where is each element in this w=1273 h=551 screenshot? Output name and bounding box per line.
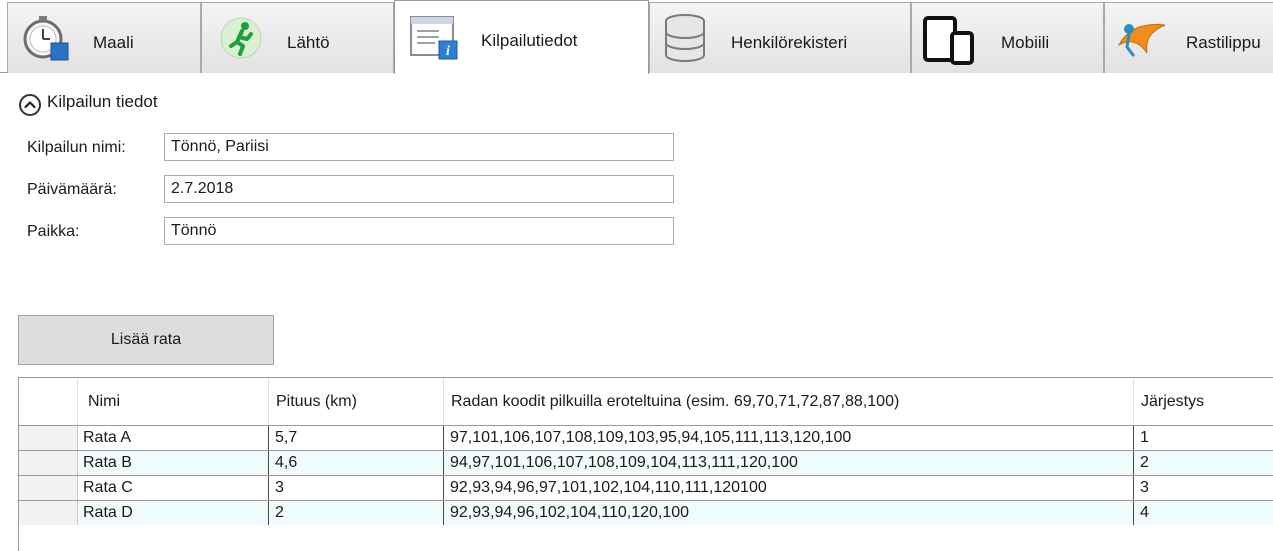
column-header-codes[interactable]: Radan koodit pilkuilla eroteltuina (esim… (444, 378, 1134, 425)
competition-name-input[interactable] (164, 133, 674, 161)
tab-label: Lähtö (287, 33, 330, 52)
column-header-order[interactable]: Järjestys (1134, 378, 1273, 425)
place-label: Paikka: (27, 223, 80, 240)
mobile-devices-icon (922, 15, 982, 70)
competition-name-label: Kilpailun nimi: (27, 139, 126, 156)
tab-henkilorekisteri[interactable]: Henkilörekisteri (649, 2, 911, 73)
section-title: Kilpailun tiedot (47, 92, 158, 111)
cell-length[interactable]: 2 (269, 501, 444, 525)
tab-maali[interactable]: Maali (7, 2, 201, 73)
row-selector[interactable] (19, 426, 78, 450)
cell-name[interactable]: Rata D (78, 501, 269, 525)
database-icon (662, 13, 708, 68)
row-selector[interactable] (19, 501, 78, 525)
table-row[interactable]: Rata B 4,6 94,97,101,106,107,108,109,104… (19, 450, 1273, 475)
table-row[interactable]: Rata C 3 92,93,94,96,97,101,102,104,110,… (19, 475, 1273, 500)
svg-text:i: i (446, 44, 450, 59)
tab-label: Mobiili (1001, 33, 1050, 52)
cell-name[interactable]: Rata A (78, 426, 269, 450)
cell-order[interactable]: 3 (1134, 476, 1273, 500)
orienteering-flag-icon (1117, 17, 1167, 64)
tab-rastilippu[interactable]: Rastilippu (1104, 2, 1273, 73)
cell-length[interactable]: 3 (269, 476, 444, 500)
tab-strip: Maali Lähtö i Kilpailutiedot Henkilöreki… (0, 0, 1273, 74)
cell-length[interactable]: 5,7 (269, 426, 444, 450)
date-input[interactable] (164, 175, 674, 203)
chevron-up-icon (21, 96, 39, 119)
row-selector[interactable] (19, 451, 78, 475)
tab-lahto[interactable]: Lähtö (201, 2, 394, 73)
column-header-name[interactable]: Nimi (78, 378, 269, 425)
cell-codes[interactable]: 97,101,106,107,108,109,103,95,94,105,111… (444, 426, 1134, 450)
row-selector[interactable] (19, 476, 78, 500)
cell-codes[interactable]: 92,93,94,96,97,101,102,104,110,111,12010… (444, 476, 1134, 500)
tab-label: Kilpailutiedot (481, 31, 578, 50)
place-input[interactable] (164, 217, 674, 245)
courses-grid: Nimi Pituus (km) Radan koodit pilkuilla … (18, 377, 1273, 551)
add-course-button[interactable]: Lisää rata (18, 315, 274, 365)
cell-name[interactable]: Rata B (78, 451, 269, 475)
tab-label: Maali (93, 33, 134, 52)
tab-kilpailutiedot[interactable]: i Kilpailutiedot (394, 0, 649, 74)
column-header-length[interactable]: Pituus (km) (269, 378, 444, 425)
table-row[interactable]: Rata A 5,7 97,101,106,107,108,109,103,95… (19, 425, 1273, 450)
cell-order[interactable]: 2 (1134, 451, 1273, 475)
cell-codes[interactable]: 92,93,94,96,102,104,110,120,100 (444, 501, 1134, 525)
cell-codes[interactable]: 94,97,101,106,107,108,109,104,113,111,12… (444, 451, 1134, 475)
tab-mobiili[interactable]: Mobiili (911, 2, 1104, 73)
cell-order[interactable]: 1 (1134, 426, 1273, 450)
tab-label: Henkilörekisteri (731, 33, 848, 52)
cell-name[interactable]: Rata C (78, 476, 269, 500)
tab-label: Rastilippu (1186, 33, 1261, 52)
cell-order[interactable]: 4 (1134, 501, 1273, 525)
info-document-icon: i (409, 11, 461, 68)
table-row[interactable]: Rata D 2 92,93,94,96,102,104,110,120,100… (19, 500, 1273, 525)
collapse-toggle-button[interactable] (19, 94, 41, 116)
row-header-corner (19, 378, 78, 425)
date-label: Päivämäärä: (27, 181, 117, 198)
grid-header-row: Nimi Pituus (km) Radan koodit pilkuilla … (19, 378, 1273, 425)
stopwatch-icon (21, 13, 71, 68)
running-man-icon (218, 15, 264, 66)
cell-length[interactable]: 4,6 (269, 451, 444, 475)
